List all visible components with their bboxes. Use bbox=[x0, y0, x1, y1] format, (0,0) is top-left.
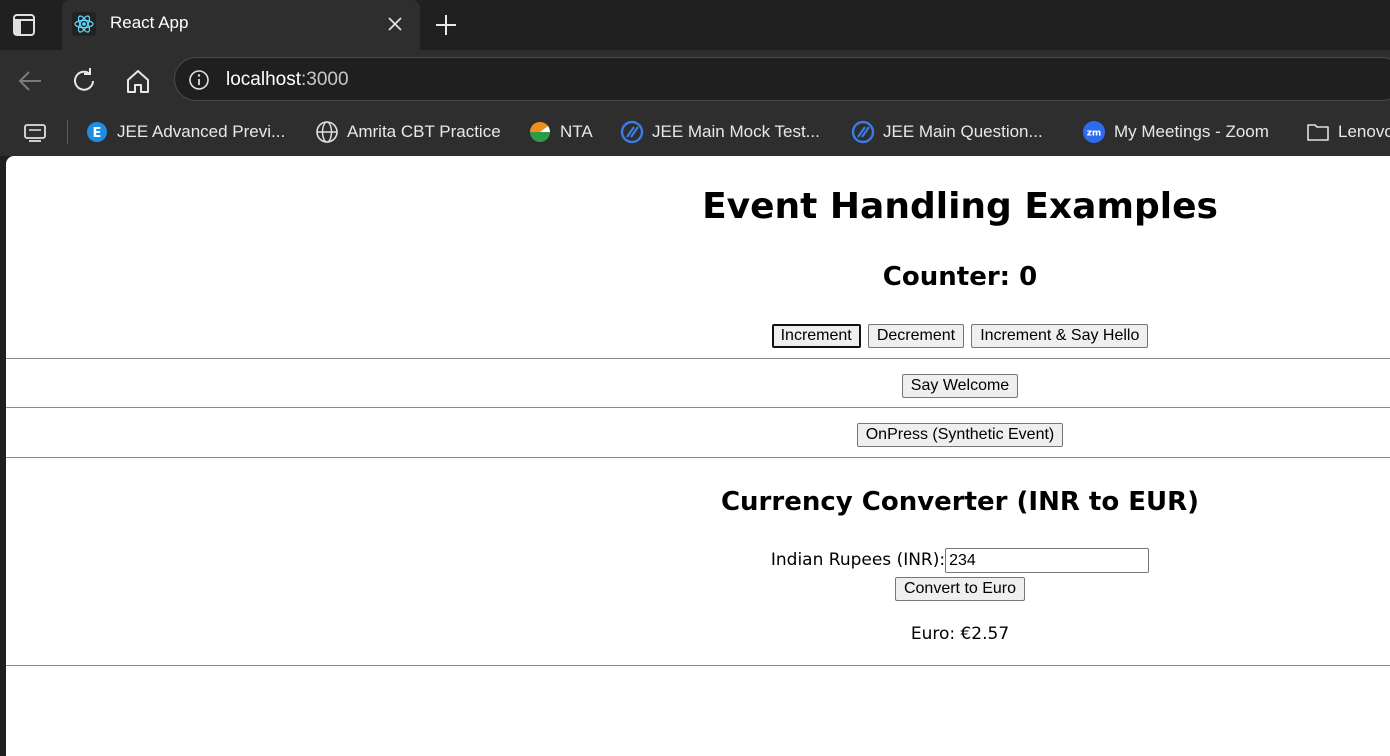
svg-text:E: E bbox=[93, 126, 102, 141]
divider bbox=[6, 358, 1390, 359]
url-text: localhost:3000 bbox=[226, 69, 349, 91]
divider bbox=[6, 665, 1390, 666]
inr-input-label: Indian Rupees (INR): bbox=[770, 550, 946, 570]
address-bar[interactable]: localhost:3000 bbox=[174, 57, 1390, 101]
divider bbox=[6, 457, 1390, 458]
increment-button[interactable]: Increment bbox=[771, 324, 861, 348]
page-title: Event Handling Examples bbox=[702, 186, 1218, 227]
onpress-button[interactable]: OnPress (Synthetic Event) bbox=[856, 423, 1064, 447]
folder-icon bbox=[1307, 124, 1329, 141]
slash-circle-icon bbox=[851, 120, 875, 144]
zoom-icon: zm bbox=[1083, 121, 1105, 143]
bookmarks-bar: E JEE Advanced Previ... Amrita CBT Pract… bbox=[0, 110, 1390, 156]
page-viewport: Event Handling Examples Counter: 0 Incre… bbox=[6, 156, 1390, 756]
say-welcome-button[interactable]: Say Welcome bbox=[901, 374, 1019, 398]
inr-input[interactable]: 234 bbox=[945, 548, 1150, 573]
close-icon[interactable] bbox=[385, 14, 405, 34]
home-icon[interactable] bbox=[123, 66, 153, 96]
svg-text:zm: zm bbox=[1087, 129, 1102, 139]
counter-buttons: Increment Decrement Increment & Say Hell… bbox=[6, 324, 1390, 348]
bookmark-label: Lenovo bbox=[1338, 122, 1390, 141]
e-letter-icon: E bbox=[87, 122, 107, 142]
nta-logo-icon bbox=[530, 122, 550, 142]
tab-react-app[interactable]: React App bbox=[62, 0, 420, 50]
tab-actions-icon[interactable] bbox=[11, 12, 37, 38]
counter-display: Counter: 0 bbox=[882, 262, 1038, 292]
browser-toolbar: localhost:3000 bbox=[0, 50, 1390, 110]
decrement-button[interactable]: Decrement bbox=[867, 324, 965, 348]
url-host: localhost bbox=[226, 69, 301, 90]
bookmarks-separator bbox=[67, 120, 68, 144]
globe-icon bbox=[316, 121, 338, 143]
bookmark-label: JEE Main Mock Test... bbox=[652, 122, 820, 141]
bookmark-label: JEE Advanced Previ... bbox=[117, 122, 286, 141]
converter-heading: Currency Converter (INR to EUR) bbox=[720, 487, 1200, 517]
divider bbox=[6, 407, 1390, 408]
convert-row: Convert to Euro bbox=[6, 577, 1390, 601]
tab-strip: React App bbox=[0, 0, 1390, 50]
increment-say-hello-button[interactable]: Increment & Say Hello bbox=[971, 324, 1149, 348]
welcome-section: Say Welcome bbox=[6, 374, 1390, 398]
reload-icon[interactable] bbox=[69, 66, 99, 96]
new-tab-icon[interactable] bbox=[432, 11, 460, 39]
inr-input-row: Indian Rupees (INR): 234 bbox=[6, 548, 1390, 573]
convert-to-euro-button[interactable]: Convert to Euro bbox=[894, 577, 1026, 601]
info-icon[interactable] bbox=[188, 69, 210, 91]
bookmark-label: JEE Main Question... bbox=[883, 122, 1043, 141]
synthetic-event-section: OnPress (Synthetic Event) bbox=[6, 423, 1390, 447]
bookmark-label: Amrita CBT Practice bbox=[347, 122, 501, 141]
euro-result: Euro: €2.57 bbox=[910, 624, 1010, 644]
tab-title: React App bbox=[110, 13, 189, 32]
slash-circle-icon bbox=[620, 120, 644, 144]
react-logo-icon bbox=[72, 12, 96, 36]
bookmark-label: NTA bbox=[560, 122, 593, 141]
bookmark-label: My Meetings - Zoom bbox=[1114, 122, 1269, 141]
url-port: :3000 bbox=[301, 69, 349, 90]
back-arrow-icon[interactable] bbox=[15, 66, 45, 96]
collections-icon[interactable] bbox=[22, 120, 50, 144]
